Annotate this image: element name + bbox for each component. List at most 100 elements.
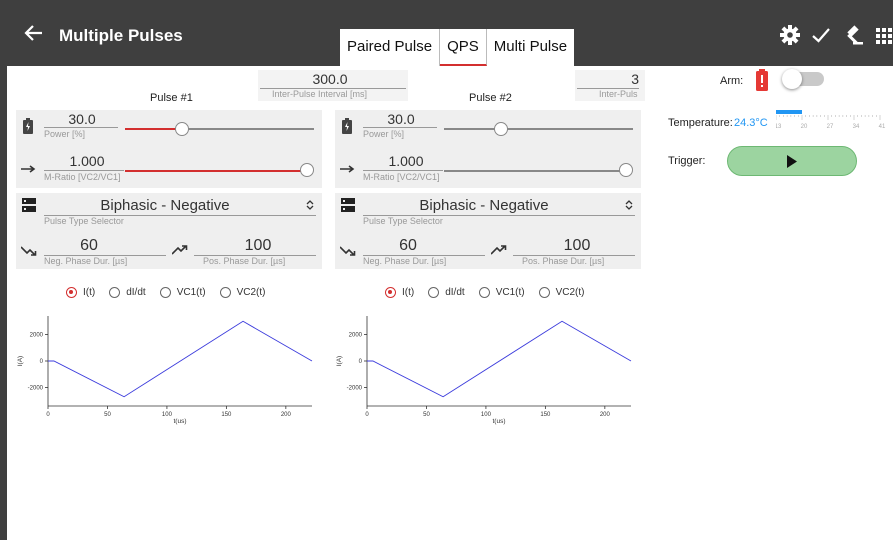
ipi-value-1: 300.0	[312, 71, 348, 87]
gear-icon[interactable]	[779, 24, 801, 46]
radio-label: dI/dt	[126, 287, 146, 298]
x-tick-label: 0	[46, 412, 50, 418]
x-axis-label: t(us)	[493, 418, 506, 425]
mratio-slider-fill	[125, 170, 307, 172]
grid-icon[interactable]	[874, 24, 893, 46]
tab-multi-pulse[interactable]: Multi Pulse	[487, 29, 574, 66]
temperature-gauge-fill	[776, 110, 802, 114]
power-slider-knob[interactable]	[493, 122, 508, 136]
radio-label: VC2(t)	[555, 287, 585, 298]
power-value[interactable]: 30.0	[52, 111, 112, 127]
mratio-slider-knob[interactable]	[619, 163, 633, 177]
radio-circle[interactable]	[66, 287, 77, 298]
x-tick-label: 150	[221, 412, 232, 418]
temperature-tick-label: 41	[879, 124, 886, 130]
unfold-icon[interactable]	[306, 200, 314, 210]
x-tick-label: 50	[423, 412, 430, 418]
radio-label: I(t)	[83, 287, 96, 298]
x-tick-label: 150	[540, 412, 551, 418]
y-axis-label: I(A)	[336, 356, 343, 366]
radio-vc2t[interactable]: VC2(t)	[538, 287, 585, 298]
power-slider-knob[interactable]	[174, 122, 189, 136]
mratio-slider-fill	[444, 170, 626, 172]
ipi-label-2: Inter-Puls	[599, 89, 638, 99]
radio-circle[interactable]	[219, 287, 231, 298]
mratio-value[interactable]: 1.000	[371, 153, 441, 169]
mratio-slider-knob[interactable]	[300, 163, 314, 177]
page-title: Multiple Pulses	[59, 26, 183, 45]
trigger-button[interactable]	[727, 146, 857, 176]
x-tick-label: 200	[600, 412, 611, 418]
radio-label: I(t)	[402, 287, 415, 298]
radio-vc1t[interactable]: VC1(t)	[478, 287, 525, 298]
signal-radio-group: I(t) dI/dt VC1(t) VC2(t)	[66, 287, 280, 298]
check-icon[interactable]	[810, 24, 832, 46]
temperature-tick-label: 20	[801, 124, 808, 130]
y-tick-label: 2000	[30, 333, 44, 339]
left-edge	[0, 66, 7, 540]
mratio-underline	[363, 170, 443, 171]
temperature-tick-label: 27	[827, 124, 834, 130]
tab-paired-pulse[interactable]: Paired Pulse	[340, 29, 441, 66]
radio-circle[interactable]	[109, 287, 121, 298]
radio-vc2t[interactable]: VC2(t)	[219, 287, 266, 298]
neg-phase-value[interactable]: 60	[379, 237, 437, 255]
neg-phase-label: Neg. Phase Dur. [µs]	[44, 256, 128, 266]
x-tick-label: 0	[365, 412, 369, 418]
power-slider-fill	[125, 128, 182, 130]
radio-circle[interactable]	[428, 287, 440, 298]
power-value[interactable]: 30.0	[371, 111, 431, 127]
x-tick-label: 100	[162, 412, 173, 418]
arrow-right-icon	[21, 165, 36, 173]
radio-label: VC2(t)	[236, 287, 266, 298]
radio-didt[interactable]: dI/dt	[428, 287, 465, 298]
trending-up-icon	[491, 245, 507, 255]
unfold-icon[interactable]	[625, 200, 633, 210]
radio-label: VC1(t)	[176, 287, 206, 298]
mratio-label: M-Ratio [VC2/VC1]	[44, 172, 121, 182]
gavel-icon[interactable]	[842, 24, 864, 46]
trending-down-icon	[21, 246, 37, 256]
pos-phase-value[interactable]: 100	[226, 237, 290, 255]
radio-circle[interactable]	[385, 287, 396, 298]
battery-alert-icon	[756, 69, 768, 91]
y-axis-label: I(A)	[17, 356, 24, 366]
mratio-label: M-Ratio [VC2/VC1]	[363, 172, 440, 182]
radio-it[interactable]: I(t)	[66, 287, 95, 298]
neg-phase-value[interactable]: 60	[60, 237, 118, 255]
pos-phase-value[interactable]: 100	[545, 237, 609, 255]
radio-circle[interactable]	[538, 287, 550, 298]
tab-qps[interactable]: QPS	[440, 29, 487, 66]
arm-toggle-thumb[interactable]	[782, 69, 802, 89]
y-tick-label: 2000	[349, 333, 363, 339]
x-tick-label: 100	[481, 412, 492, 418]
pulse-type-select[interactable]: Biphasic - Negative	[359, 197, 609, 214]
radio-circle[interactable]	[478, 287, 490, 298]
arm-label: Arm:	[720, 75, 744, 87]
pulse-type-select[interactable]: Biphasic - Negative	[40, 197, 290, 214]
temperature-tick-label: 13	[776, 124, 782, 130]
radio-it[interactable]: I(t)	[385, 287, 414, 298]
play-icon	[787, 155, 797, 168]
temperature-gauge: 13 20 27 34 41	[776, 110, 886, 130]
radio-circle[interactable]	[159, 287, 171, 298]
y-tick-label: -2000	[347, 385, 363, 391]
pulse-2-title: Pulse #2	[469, 92, 512, 104]
mratio-underline	[44, 170, 124, 171]
arrow-left-icon[interactable]	[22, 22, 44, 44]
radio-label: VC1(t)	[495, 287, 525, 298]
radio-didt[interactable]: dI/dt	[109, 287, 146, 298]
temperature-tick-label: 34	[853, 124, 860, 130]
mratio-value[interactable]: 1.000	[52, 153, 122, 169]
y-tick-label: -2000	[28, 385, 44, 391]
mode-tabs: Paired Pulse QPS Multi Pulse	[340, 29, 575, 66]
storage-icon	[22, 198, 36, 212]
signal-radio-group: I(t) dI/dt VC1(t) VC2(t)	[385, 287, 599, 298]
current-series-line	[48, 320, 313, 398]
power-underline	[363, 127, 437, 128]
current-series-line	[367, 320, 632, 398]
temperature-value: 24.3°C	[734, 117, 768, 129]
battery-icon	[23, 118, 33, 134]
pulse-type-label: Pulse Type Selector	[363, 216, 443, 226]
radio-vc1t[interactable]: VC1(t)	[159, 287, 206, 298]
